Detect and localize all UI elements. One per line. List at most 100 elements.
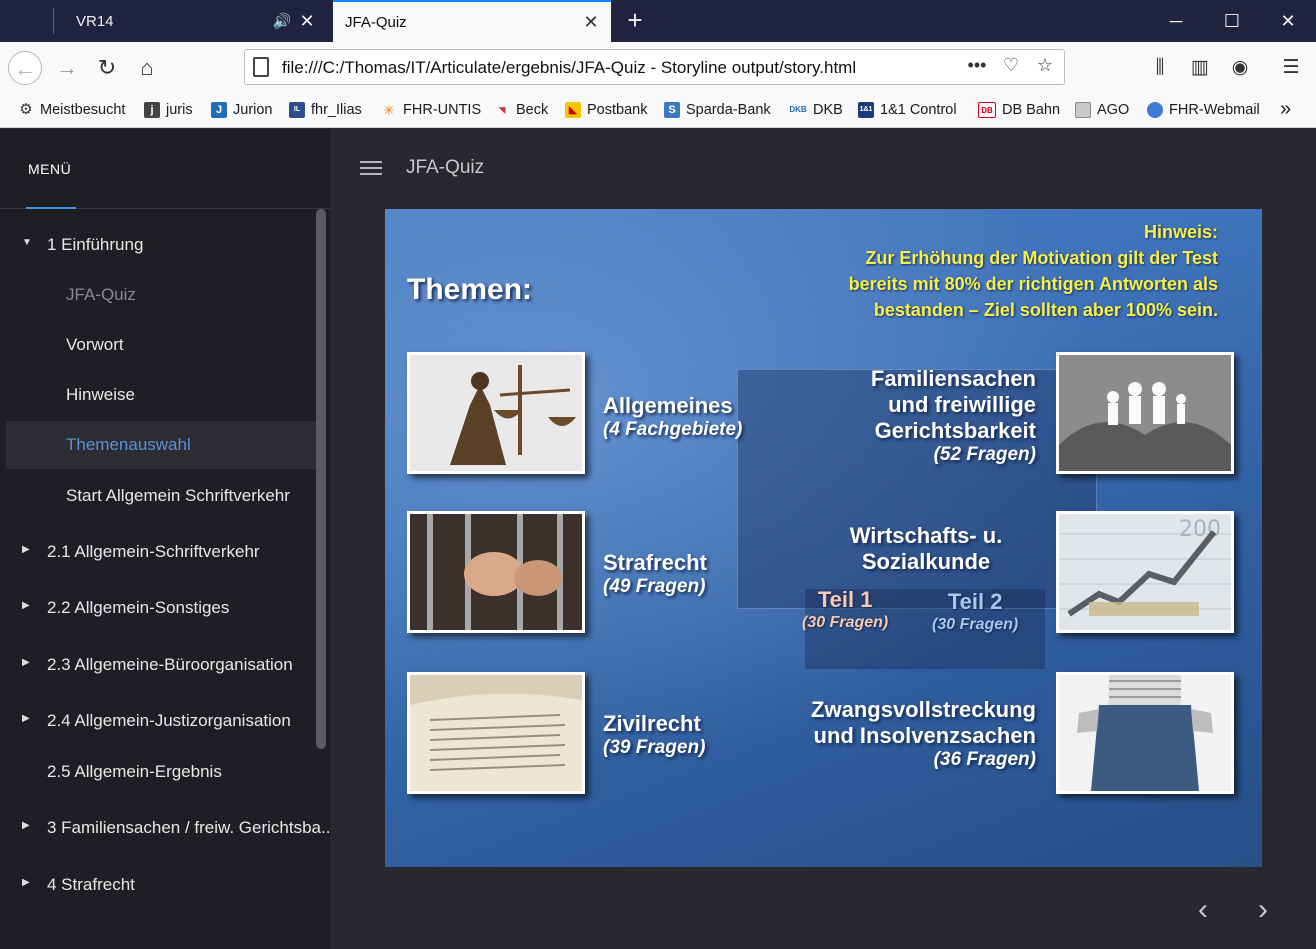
bookmark-jurion[interactable]: J Jurion — [211, 102, 273, 118]
close-window-button[interactable]: ✕ — [1260, 0, 1316, 42]
teil-label: Teil 2 — [947, 589, 1003, 614]
juris-icon: j — [144, 102, 160, 118]
menu-item-2-2[interactable]: 2.2 Allgemein-Sonstiges — [47, 598, 229, 618]
svg-text:200: 200 — [1179, 517, 1221, 542]
menu-item-themenauswahl[interactable]: Themenauswahl — [66, 435, 191, 455]
caret-right-icon[interactable]: ▶ — [22, 713, 30, 724]
url-text[interactable]: file:///C:/Thomas/IT/Articulate/ergebnis… — [282, 58, 856, 78]
menu-item-3[interactable]: 3 Familiensachen / freiw. Gerichtsba... — [47, 818, 330, 838]
bookmark-ago[interactable]: AGO — [1075, 102, 1129, 118]
topic-familiensachen[interactable]: Familiensachen und freiwillige Gerichtsb… — [871, 366, 1036, 466]
bookmark-fhr-webmail[interactable]: FHR-Webmail — [1147, 102, 1260, 118]
menu-item-start-allgemein[interactable]: Start Allgemein Schriftverkehr — [66, 486, 290, 506]
course-title: JFA-Quiz — [406, 157, 485, 178]
familie-image-tile[interactable] — [1056, 352, 1234, 474]
topic-wirtschaft-teil-2[interactable]: Teil 2 (30 Fragen) — [932, 589, 1018, 635]
bookmark-star-icon[interactable]: ☆ — [1031, 55, 1059, 76]
bookmark-meistbesucht[interactable]: ⚙ Meistbesucht — [18, 101, 125, 119]
menu-icon[interactable]: ☰ — [1277, 54, 1305, 82]
tab-vr14[interactable]: VR14 🔊 ✕ — [54, 0, 331, 42]
new-tab-button[interactable]: + — [620, 6, 650, 36]
menu-item-2-4[interactable]: 2.4 Allgemein-Justizorganisation — [47, 711, 291, 731]
hinweis-line: bestanden – Ziel sollten aber 100% sein. — [873, 300, 1218, 320]
bookmark-fhr-ilias[interactable]: IL fhr_Ilias — [289, 102, 362, 118]
topic-strafrecht[interactable]: Strafrecht (49 Fragen) — [603, 550, 707, 598]
pocket-icon[interactable]: ♡ — [997, 55, 1025, 76]
bookmark-dkb[interactable]: DKB DKB — [789, 102, 843, 118]
hinweis-note: Hinweis: Zur Erhöhung der Motivation gil… — [849, 219, 1218, 323]
reload-button[interactable]: ↻ — [90, 51, 124, 85]
back-button[interactable]: ← — [8, 51, 42, 85]
bookmark-beck[interactable]: ◥ Beck — [494, 102, 549, 118]
topic-wirtschaft: Wirtschafts- u. Sozialkunde — [831, 523, 1021, 575]
home-button[interactable]: ⌂ — [130, 51, 164, 85]
strafrecht-image-tile[interactable] — [407, 511, 585, 633]
speaker-icon[interactable]: 🔊 — [271, 12, 293, 30]
dkb-icon: DKB — [789, 105, 807, 114]
menu-item-jfa-quiz[interactable]: JFA-Quiz — [66, 285, 136, 305]
url-bar[interactable]: file:///C:/Thomas/IT/Articulate/ergebnis… — [244, 49, 1065, 85]
close-tab-icon[interactable]: ✕ — [577, 12, 605, 33]
hamburger-menu-icon[interactable] — [360, 161, 382, 177]
menu-scrollbar[interactable] — [316, 209, 326, 749]
ilias-icon: IL — [289, 102, 305, 118]
minimize-button[interactable]: ─ — [1148, 0, 1204, 42]
topic-zivilrecht[interactable]: Zivilrecht (39 Fragen) — [603, 711, 705, 759]
topic-wirtschaft-teil-1[interactable]: Teil 1 (30 Fragen) — [802, 587, 888, 633]
wirtschaft-image-tile[interactable]: 200 — [1056, 511, 1234, 633]
tab-title: JFA-Quiz — [345, 13, 407, 31]
teil-label: Teil 1 — [817, 587, 873, 612]
caret-right-icon[interactable]: ▶ — [22, 820, 30, 831]
caret-right-icon[interactable]: ▶ — [22, 544, 30, 555]
menu-item-2-5[interactable]: 2.5 Allgemein-Ergebnis — [47, 762, 222, 782]
bookmark-1und1-control[interactable]: 1&1 1&1 Control — [858, 102, 957, 118]
previous-slide-icon[interactable]: ‹ — [1198, 893, 1208, 927]
menu-item-vorwort[interactable]: Vorwort — [66, 335, 124, 355]
money-chart-icon: 200 — [1059, 514, 1231, 630]
caret-right-icon[interactable]: ▶ — [22, 657, 30, 668]
maximize-button[interactable]: ☐ — [1204, 0, 1260, 42]
folder-icon — [1075, 102, 1091, 118]
1und1-icon: 1&1 — [858, 102, 874, 118]
zwang-image-tile[interactable] — [1056, 672, 1234, 794]
account-icon[interactable]: ◉ — [1226, 54, 1254, 82]
justitia-image-tile[interactable] — [407, 352, 585, 474]
library-icon[interactable]: ⫼ — [1146, 54, 1174, 82]
page-actions-icon[interactable]: ••• — [963, 55, 991, 76]
menu-item-einfuehrung[interactable]: 1 Einführung — [47, 235, 143, 255]
menu-tab-underline — [26, 207, 76, 209]
bookmark-fhr-untis[interactable]: ✳ FHR-UNTIS — [381, 102, 481, 118]
topic-allgemeines[interactable]: Allgemeines (4 Fachgebiete) — [603, 393, 742, 441]
bookmark-juris[interactable]: j juris — [144, 102, 193, 118]
webmail-icon — [1147, 102, 1163, 118]
topic-count: (52 Fragen) — [933, 444, 1036, 465]
next-slide-icon[interactable]: › — [1258, 893, 1268, 927]
sidebar-icon[interactable]: ▥ — [1186, 54, 1214, 82]
caret-right-icon[interactable]: ▶ — [22, 877, 30, 888]
topic-zwangsvollstreckung[interactable]: Zwangsvollstreckung und Insolvenzsachen … — [811, 697, 1036, 771]
bookmark-db-bahn[interactable]: DB DB Bahn — [978, 102, 1060, 118]
tab-jfa-quiz[interactable]: JFA-Quiz ✕ — [333, 0, 611, 42]
topic-title: Sozialkunde — [861, 549, 991, 574]
topic-title: Zivilrecht — [603, 711, 701, 736]
close-tab-icon[interactable]: ✕ — [293, 11, 321, 32]
topic-count: (36 Fragen) — [933, 749, 1036, 770]
browser-tab-bar: VR14 🔊 ✕ JFA-Quiz ✕ + ─ ☐ ✕ — [0, 0, 1316, 42]
menu-item-2-1[interactable]: 2.1 Allgemein-Schriftverkehr — [47, 542, 260, 562]
menu-item-2-3[interactable]: 2.3 Allgemeine-Büroorganisation — [47, 655, 293, 675]
bookmark-sparda-bank[interactable]: S Sparda-Bank — [664, 102, 771, 118]
caret-right-icon[interactable]: ▶ — [22, 600, 30, 611]
forward-button[interactable]: → — [50, 51, 84, 85]
menu-item-hinweise[interactable]: Hinweise — [66, 385, 135, 405]
menu-item-4[interactable]: 4 Strafrecht — [47, 875, 135, 895]
db-icon: DB — [978, 102, 996, 118]
menu-tab[interactable]: MENÜ — [0, 129, 330, 209]
family-hands-icon — [1059, 355, 1231, 471]
hinweis-line: bereits mit 80% der richtigen Antworten … — [848, 274, 1218, 294]
gear-icon: ⚙ — [19, 101, 33, 118]
more-bookmarks-icon[interactable]: » — [1280, 98, 1291, 121]
caret-down-icon[interactable]: ▼ — [22, 237, 32, 248]
zivilrecht-image-tile[interactable] — [407, 672, 585, 794]
bookmark-postbank[interactable]: ◣ Postbank — [565, 102, 647, 118]
topic-count: (49 Fragen) — [603, 576, 706, 597]
